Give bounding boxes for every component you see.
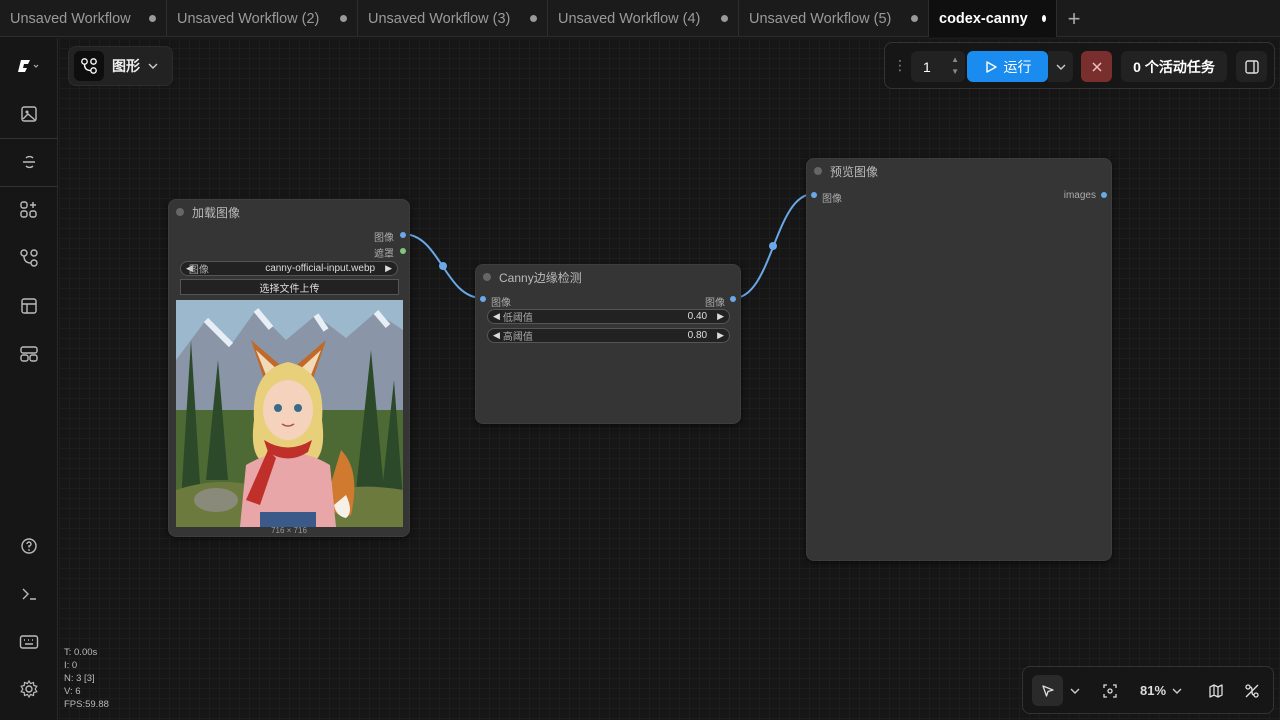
terminal-icon[interactable] <box>0 574 58 614</box>
render-stats: T: 0.00s I: 0 N: 3 [3] V: 6 FPS:59.88 <box>64 646 109 711</box>
decrement-arrow-icon[interactable]: ◀ <box>493 311 500 322</box>
minimap-icon[interactable] <box>1200 675 1231 706</box>
preview-image <box>176 300 403 527</box>
node-title[interactable]: 加载图像 <box>169 200 409 224</box>
stat-fps: FPS:59.88 <box>64 699 109 710</box>
active-jobs-button[interactable]: 0 个活动任务 <box>1121 51 1227 82</box>
run-options-dropdown[interactable] <box>1048 51 1073 82</box>
run-label: 运行 <box>1003 58 1032 75</box>
chevron-down-icon[interactable] <box>1065 675 1085 706</box>
node-title-text: Canny边缘检测 <box>499 270 582 285</box>
output-port-images[interactable] <box>1101 192 1107 198</box>
model-icon[interactable] <box>0 142 58 182</box>
stepper-arrows-icon[interactable]: ▲ ▼ <box>951 54 959 78</box>
fit-view-icon[interactable] <box>1094 675 1125 706</box>
run-toolbar: ⋮⋮ 1 ▲ ▼ 运行 0 个活动任务 <box>884 42 1275 89</box>
collapse-dot-icon[interactable] <box>176 208 184 216</box>
increment-arrow-icon[interactable]: ▶ <box>717 330 724 341</box>
output-slot-images-label: images <box>1063 190 1096 201</box>
panel-icon <box>1244 59 1259 74</box>
graph-menu-label: 图形 <box>112 58 140 74</box>
input-slot-image-label: 图像 <box>491 298 511 309</box>
node-library-icon[interactable] <box>0 190 58 230</box>
node-canny[interactable]: Canny边缘检测 图像 图像 ◀ 低阈值 0.40 ▶ ◀ 高阈值 0.80 … <box>475 264 741 424</box>
workflow-icon <box>74 51 104 81</box>
input-slot-image-label: 图像 <box>822 194 842 205</box>
node-title[interactable]: Canny边缘检测 <box>476 265 740 289</box>
close-icon <box>1091 61 1102 72</box>
node-title-text: 加载图像 <box>192 205 241 220</box>
image-combo-widget[interactable]: ◀ 图像 canny-official-input.webp ▶ <box>180 261 398 276</box>
increment-arrow-icon[interactable]: ▶ <box>385 263 392 274</box>
comfy-logo-icon[interactable] <box>0 46 58 86</box>
widget-name: 高阈值 <box>502 332 533 343</box>
node-title-text: 预览图像 <box>830 164 879 179</box>
batch-count-value: 1 <box>923 58 931 75</box>
upload-file-button[interactable]: 选择文件上传 <box>180 279 399 295</box>
select-pointer-icon[interactable] <box>1032 675 1063 706</box>
graph-menu-button[interactable]: 图形 <box>68 46 173 86</box>
stat-time: T: 0.00s <box>64 647 98 658</box>
input-port-image[interactable] <box>811 192 817 198</box>
keyboard-icon[interactable] <box>0 622 58 662</box>
stat-i: I: 0 <box>64 660 78 671</box>
widget-name: 图像 <box>188 265 209 276</box>
stat-v: V: 6 <box>64 686 81 697</box>
node-title[interactable]: 预览图像 <box>807 159 1111 183</box>
images-icon[interactable] <box>0 94 58 134</box>
output-port-mask[interactable] <box>400 248 406 254</box>
help-icon[interactable] <box>0 526 58 566</box>
widget-value: 0.40 <box>687 311 708 322</box>
widget-value: 0.80 <box>687 330 708 341</box>
output-slot-mask-label: 遮罩 <box>374 249 394 260</box>
output-slot-image-label: 图像 <box>705 298 725 309</box>
chevron-down-icon <box>1056 64 1065 70</box>
link-midpoint-handle <box>439 262 447 270</box>
low-threshold-widget[interactable]: ◀ 低阈值 0.40 ▶ <box>487 309 730 324</box>
sidebar <box>0 38 58 720</box>
cancel-button[interactable] <box>1081 51 1112 82</box>
play-icon <box>985 60 997 73</box>
templates-icon[interactable] <box>0 286 58 326</box>
queue-icon[interactable] <box>0 334 58 374</box>
stat-nodes: N: 3 [3] <box>64 673 95 684</box>
output-port-image[interactable] <box>730 296 736 302</box>
increment-arrow-icon[interactable]: ▶ <box>717 311 724 322</box>
widget-value: canny-official-input.webp <box>265 263 376 274</box>
high-threshold-widget[interactable]: ◀ 高阈值 0.80 ▶ <box>487 328 730 343</box>
collapse-dot-icon[interactable] <box>483 273 491 281</box>
zoom-level-dropdown[interactable]: 81% <box>1131 675 1191 706</box>
workflow-icon[interactable] <box>0 238 58 278</box>
widget-name: 低阈值 <box>502 313 533 324</box>
zoom-level-value: 81% <box>1139 683 1167 698</box>
input-port-image[interactable] <box>480 296 486 302</box>
decrement-arrow-icon[interactable]: ◀ <box>493 330 500 341</box>
run-button[interactable]: 运行 <box>967 51 1048 82</box>
hide-links-icon[interactable] <box>1236 675 1267 706</box>
chevron-down-icon <box>1172 688 1182 694</box>
node-load-image[interactable]: 加载图像 图像 遮罩 ◀ 图像 canny-official-input.web… <box>168 199 410 537</box>
output-slot-image-label: 图像 <box>374 233 394 244</box>
settings-icon[interactable] <box>0 669 58 709</box>
node-preview-image[interactable]: 预览图像 图像 images <box>806 158 1112 561</box>
chevron-down-icon <box>148 63 158 69</box>
image-size-label: 716 × 716 <box>271 526 307 535</box>
canvas-toolbar: 81% <box>1022 666 1274 714</box>
toggle-panel-button[interactable] <box>1236 51 1267 82</box>
output-port-image[interactable] <box>400 232 406 238</box>
link-midpoint-handle <box>769 242 777 250</box>
batch-count-stepper[interactable]: 1 ▲ ▼ <box>911 51 965 82</box>
collapse-dot-icon[interactable] <box>814 167 822 175</box>
